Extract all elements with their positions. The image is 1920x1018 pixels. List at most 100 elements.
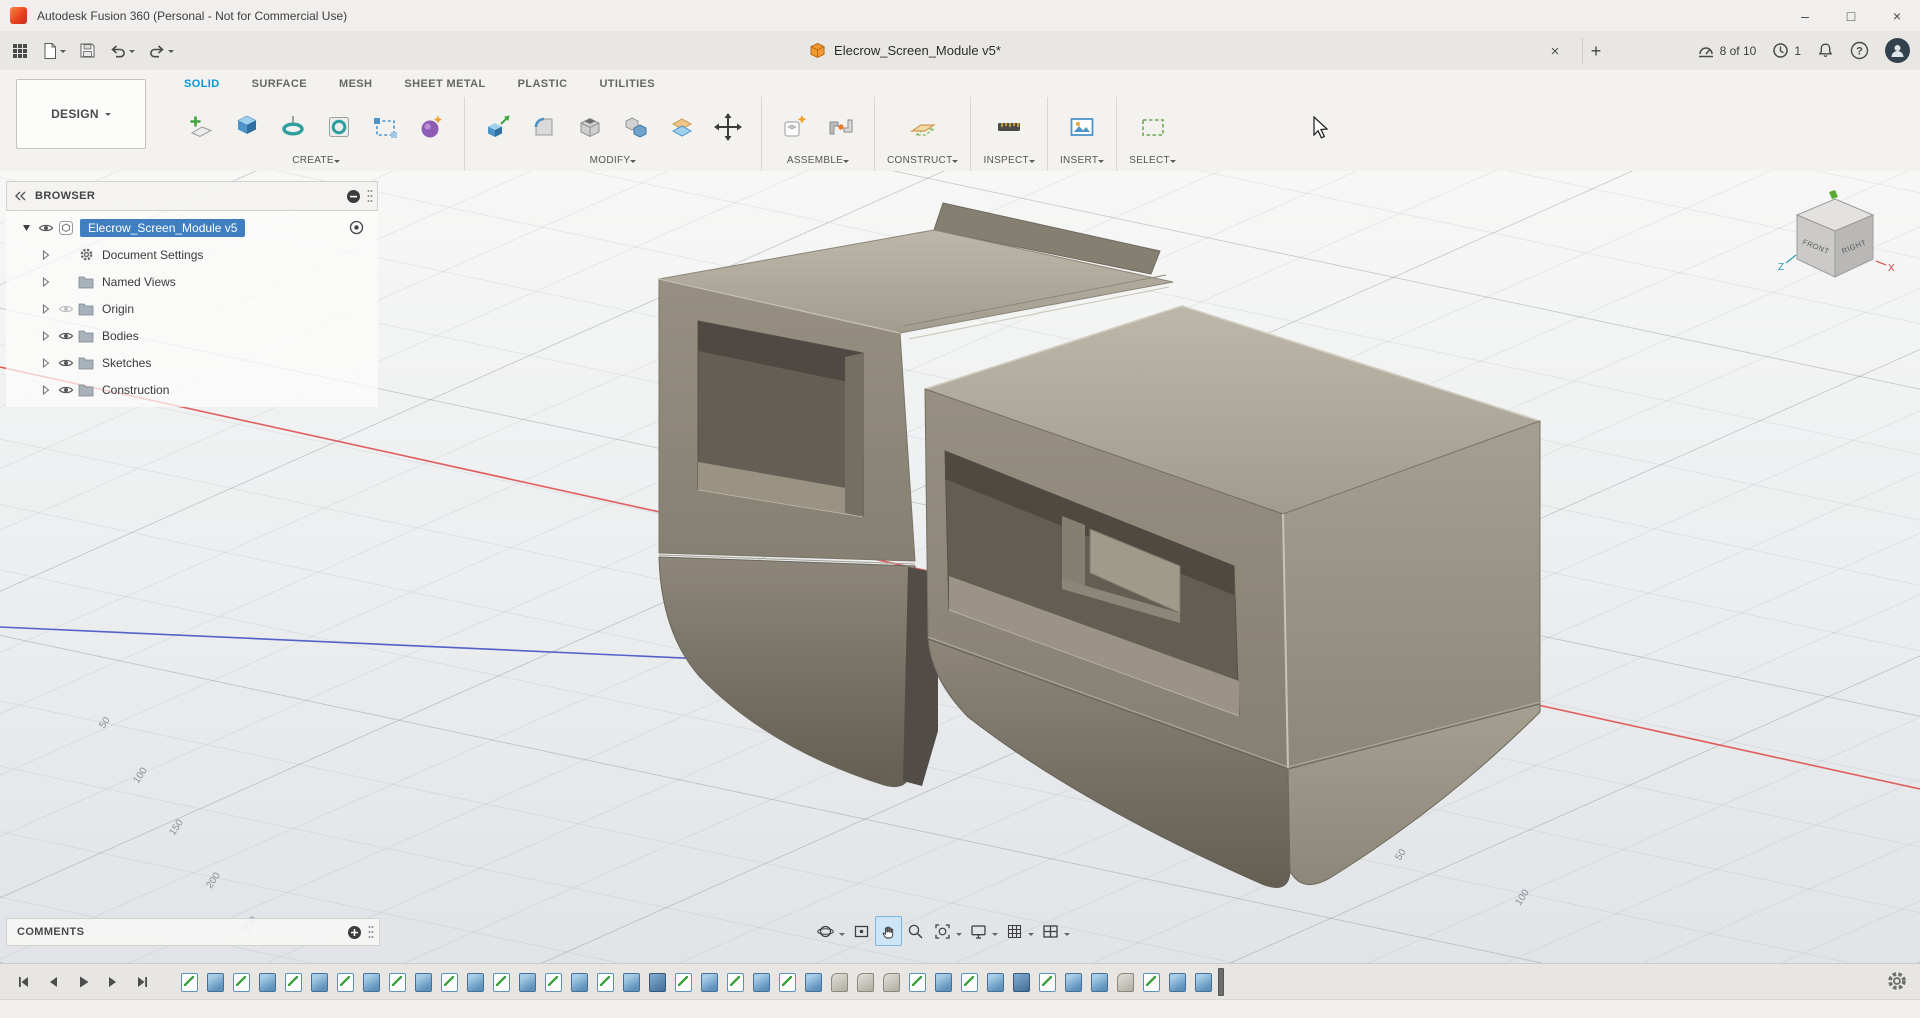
- visibility-eye-icon[interactable]: [58, 382, 74, 398]
- tree-row-sketches[interactable]: Sketches: [6, 349, 378, 376]
- expand-caret-icon[interactable]: [42, 358, 50, 368]
- visibility-eye-icon[interactable]: [38, 220, 54, 236]
- timeline-feature[interactable]: [493, 973, 510, 992]
- viewports-button[interactable]: [1037, 916, 1064, 946]
- timeline-feature[interactable]: [467, 973, 484, 992]
- step-forward-button[interactable]: [100, 971, 125, 994]
- timeline-feature[interactable]: [623, 973, 640, 992]
- timeline-feature[interactable]: [701, 973, 718, 992]
- chevron-down-icon[interactable]: [1064, 933, 1070, 939]
- document-tab[interactable]: Elecrow_Screen_Module v5*: [809, 31, 1001, 70]
- timeline-feature[interactable]: [1169, 973, 1186, 992]
- view-cube[interactable]: FRONT RIGHT Z X: [1760, 189, 1910, 301]
- timeline-feature[interactable]: [519, 973, 536, 992]
- minimize-panel-icon[interactable]: [346, 189, 361, 204]
- maximize-button[interactable]: □: [1828, 0, 1874, 31]
- tree-row-root[interactable]: Elecrow_Screen_Module v5: [6, 214, 378, 241]
- job-status[interactable]: 8 of 10: [1697, 43, 1757, 59]
- timeline-feature[interactable]: [285, 973, 302, 992]
- redo-button[interactable]: [143, 37, 179, 65]
- timeline-feature[interactable]: [545, 973, 562, 992]
- chevron-down-icon[interactable]: [1028, 933, 1034, 939]
- zoom-button[interactable]: [902, 916, 929, 946]
- look-at-button[interactable]: [848, 916, 875, 946]
- expand-caret-icon[interactable]: [42, 277, 50, 287]
- offset-face-button[interactable]: [661, 106, 703, 148]
- expand-caret-icon[interactable]: [42, 385, 50, 395]
- create-menu[interactable]: CREATE: [292, 155, 340, 169]
- timeline-feature[interactable]: [857, 973, 874, 992]
- combine-button[interactable]: [615, 106, 657, 148]
- tab-surface[interactable]: SURFACE: [236, 78, 323, 90]
- new-component-button[interactable]: [774, 106, 816, 148]
- go-to-start-button[interactable]: [10, 971, 35, 994]
- visibility-eye-off-icon[interactable]: [58, 301, 74, 317]
- tree-row-named-views[interactable]: Named Views: [6, 268, 378, 295]
- tab-close-button[interactable]: ×: [1542, 38, 1568, 64]
- timeline-feature[interactable]: [1195, 973, 1212, 992]
- revolve-button[interactable]: [272, 106, 314, 148]
- chevron-down-icon[interactable]: [956, 933, 962, 939]
- insert-image-button[interactable]: [1061, 106, 1103, 148]
- timeline-feature[interactable]: [1091, 973, 1108, 992]
- activate-component-radio-icon[interactable]: [349, 220, 364, 235]
- expand-caret-icon[interactable]: [42, 304, 50, 314]
- timeline-feature[interactable]: [779, 973, 796, 992]
- timeline-feature[interactable]: [675, 973, 692, 992]
- orbit-button[interactable]: [812, 916, 839, 946]
- panel-grip-icon[interactable]: [368, 925, 374, 939]
- collapse-panel-icon[interactable]: [13, 190, 27, 202]
- tab-solid[interactable]: SOLID: [168, 78, 236, 90]
- shell-button[interactable]: [569, 106, 611, 148]
- tab-mesh[interactable]: MESH: [323, 78, 388, 90]
- timeline-feature[interactable]: [389, 973, 406, 992]
- timeline-feature[interactable]: [207, 973, 224, 992]
- timeline-feature[interactable]: [1143, 973, 1160, 992]
- chevron-down-icon[interactable]: [839, 933, 845, 939]
- timeline-feature[interactable]: [883, 973, 900, 992]
- notification-center[interactable]: 1: [1772, 42, 1801, 59]
- coil-button[interactable]: [318, 106, 360, 148]
- visibility-eye-icon[interactable]: [58, 355, 74, 371]
- tab-utilities[interactable]: UTILITIES: [583, 78, 671, 90]
- undo-button[interactable]: [104, 37, 140, 65]
- timeline-feature[interactable]: [415, 973, 432, 992]
- workspace-selector[interactable]: DESIGN: [16, 79, 146, 149]
- timeline-feature[interactable]: [805, 973, 822, 992]
- construct-menu[interactable]: CONSTRUCT: [887, 155, 958, 169]
- timeline-feature[interactable]: [1013, 973, 1030, 992]
- select-menu[interactable]: SELECT: [1129, 155, 1176, 169]
- timeline-feature[interactable]: [1039, 973, 1056, 992]
- create-sketch-button[interactable]: [180, 106, 222, 148]
- tree-row-document-settings[interactable]: Document Settings: [6, 241, 378, 268]
- timeline-position-marker[interactable]: [1218, 968, 1224, 996]
- play-button[interactable]: [70, 971, 95, 994]
- add-comment-icon[interactable]: [347, 925, 362, 940]
- timeline-feature[interactable]: [987, 973, 1004, 992]
- extrude-button[interactable]: [226, 106, 268, 148]
- comments-panel[interactable]: COMMENTS: [6, 918, 380, 946]
- help-button[interactable]: ?: [1850, 41, 1869, 60]
- step-back-button[interactable]: [40, 971, 65, 994]
- avatar[interactable]: [1885, 38, 1910, 63]
- timeline-feature[interactable]: [311, 973, 328, 992]
- timeline-feature[interactable]: [649, 973, 666, 992]
- timeline-feature[interactable]: [831, 973, 848, 992]
- construction-plane-button[interactable]: [902, 106, 944, 148]
- new-tab-button[interactable]: +: [1582, 38, 1609, 64]
- fit-button[interactable]: [929, 916, 956, 946]
- create-form-button[interactable]: [410, 106, 452, 148]
- model-body-right[interactable]: [925, 306, 1540, 887]
- pan-button[interactable]: [875, 916, 902, 946]
- data-panel-button[interactable]: [6, 37, 34, 65]
- timeline-feature[interactable]: [233, 973, 250, 992]
- close-button[interactable]: ×: [1874, 0, 1920, 31]
- timeline-feature[interactable]: [935, 973, 952, 992]
- insert-menu[interactable]: INSERT: [1060, 155, 1104, 169]
- alerts-button[interactable]: [1817, 42, 1834, 59]
- tree-row-construction[interactable]: Construction: [6, 376, 378, 403]
- tab-plastic[interactable]: PLASTIC: [502, 78, 584, 90]
- inspect-menu[interactable]: INSPECT: [983, 155, 1034, 169]
- go-to-end-button[interactable]: [130, 971, 155, 994]
- viewport[interactable]: 50 100 150 200 250 50 100: [0, 171, 1920, 963]
